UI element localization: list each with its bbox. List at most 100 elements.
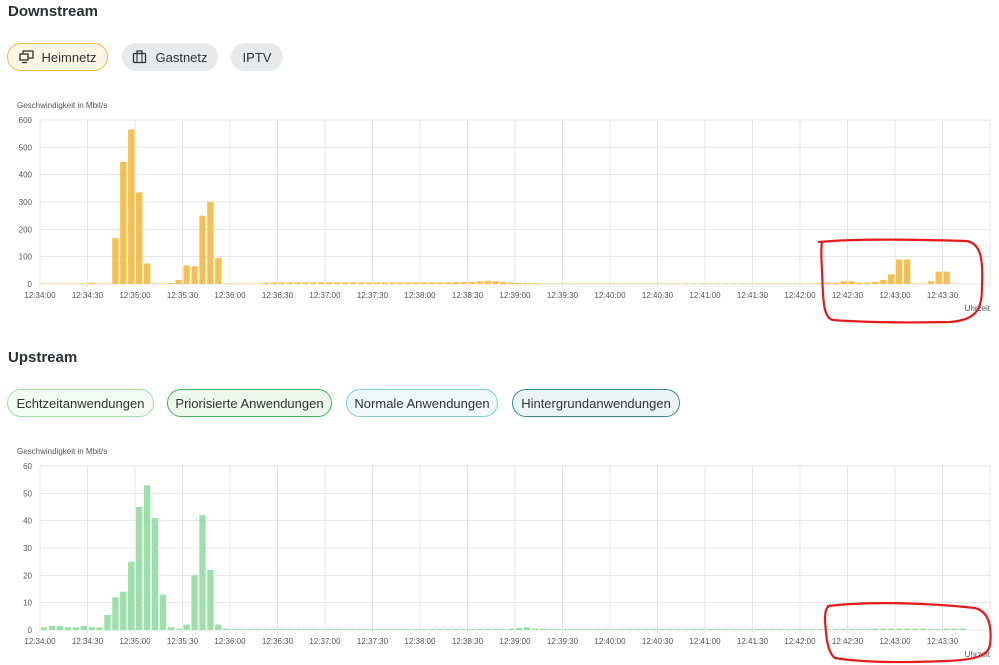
bar	[167, 283, 174, 284]
bar	[674, 283, 681, 284]
bar	[183, 624, 190, 630]
bar	[136, 507, 143, 630]
y-tick-label: 20	[23, 571, 32, 580]
tab-echtzeitanwendungen[interactable]: Echtzeitanwendungen	[7, 389, 154, 417]
bar	[120, 161, 127, 284]
tab-gastnetz[interactable]: Gastnetz	[122, 43, 218, 71]
bar	[706, 629, 713, 630]
bar	[72, 627, 79, 630]
x-tick-label: 12:40:00	[594, 291, 626, 300]
bar	[832, 282, 839, 284]
bar	[373, 629, 380, 630]
bar	[777, 629, 784, 630]
bar	[143, 485, 151, 630]
bar	[880, 279, 887, 284]
bar	[341, 282, 349, 284]
bar	[808, 283, 816, 284]
bar	[215, 624, 222, 630]
bar	[618, 629, 626, 630]
bar	[666, 629, 673, 630]
bar	[270, 282, 277, 284]
tab-heimnetz[interactable]: Heimnetz	[7, 43, 108, 71]
y-tick-label: 400	[19, 171, 33, 180]
bar	[856, 629, 863, 630]
x-tick-label: 12:38:00	[404, 291, 436, 300]
bar	[302, 282, 309, 284]
bar	[104, 283, 111, 284]
bar	[357, 282, 364, 284]
bar	[120, 591, 127, 630]
bar	[816, 629, 824, 630]
bar	[888, 628, 895, 630]
x-tick-label: 12:38:00	[404, 637, 436, 646]
bar	[516, 627, 523, 630]
tab-hintergrundanwendungen[interactable]: Hintergrundanwendungen	[512, 389, 680, 417]
bar	[626, 629, 634, 630]
bar	[88, 282, 95, 284]
bar	[816, 283, 824, 284]
bar	[674, 629, 681, 630]
bar	[516, 282, 523, 284]
bar	[713, 283, 721, 284]
bar	[531, 628, 539, 630]
bar	[753, 283, 760, 284]
bar	[642, 629, 649, 630]
tab-heimnetz-label: Heimnetz	[41, 49, 97, 65]
bar	[698, 283, 705, 284]
bar	[587, 283, 594, 284]
x-tick-label: 12:37:00	[309, 637, 341, 646]
x-tick-label: 12:41:00	[689, 291, 721, 300]
bar	[769, 283, 776, 284]
bar	[452, 282, 459, 284]
bar	[721, 283, 729, 284]
x-tick-label: 12:40:30	[642, 637, 674, 646]
bar	[492, 281, 499, 284]
bar	[666, 283, 673, 284]
bar	[682, 629, 689, 630]
bar	[310, 282, 317, 284]
bar	[571, 629, 578, 630]
bar	[223, 628, 230, 630]
tab-normale-anwendungen[interactable]: Normale Anwendungen	[346, 389, 498, 417]
bar	[468, 629, 475, 630]
x-tick-label: 12:41:00	[689, 637, 721, 646]
tab-priorisierte-anwendungen[interactable]: Priorisierte Anwendungen	[167, 389, 332, 417]
tab-iptv[interactable]: IPTV	[231, 43, 283, 71]
bar	[547, 283, 554, 284]
bar	[737, 629, 744, 630]
x-tick-label: 12:42:30	[832, 637, 864, 646]
tab-gastnetz-label: Gastnetz	[155, 49, 208, 65]
bar	[278, 629, 285, 630]
bar	[808, 629, 816, 630]
bar	[199, 215, 206, 284]
bar	[761, 629, 768, 630]
bar	[436, 282, 444, 284]
bar	[318, 629, 325, 630]
y-tick-label: 600	[19, 116, 33, 125]
bar	[729, 629, 737, 630]
bar	[238, 629, 246, 630]
bar	[919, 628, 927, 630]
bar	[128, 561, 135, 630]
tab-priorisierte-anwendungen-label: Priorisierte Anwendungen	[175, 395, 324, 411]
bar	[951, 628, 958, 630]
bar	[41, 627, 48, 630]
bar	[476, 281, 483, 284]
bar	[872, 628, 879, 630]
bar	[888, 274, 895, 284]
y-tick-label: 50	[23, 489, 32, 498]
bar	[508, 628, 515, 630]
x-tick-label: 12:41:30	[737, 291, 769, 300]
bar	[547, 629, 554, 630]
x-axis-label: Uhrzeit	[965, 304, 991, 313]
bar	[713, 629, 721, 630]
bar	[658, 629, 665, 630]
bar	[294, 282, 301, 284]
bar	[349, 282, 357, 284]
bar	[618, 283, 626, 284]
bar	[262, 629, 269, 630]
bar	[634, 283, 642, 284]
bar	[832, 629, 839, 630]
bar	[56, 283, 64, 284]
bar	[690, 629, 697, 630]
